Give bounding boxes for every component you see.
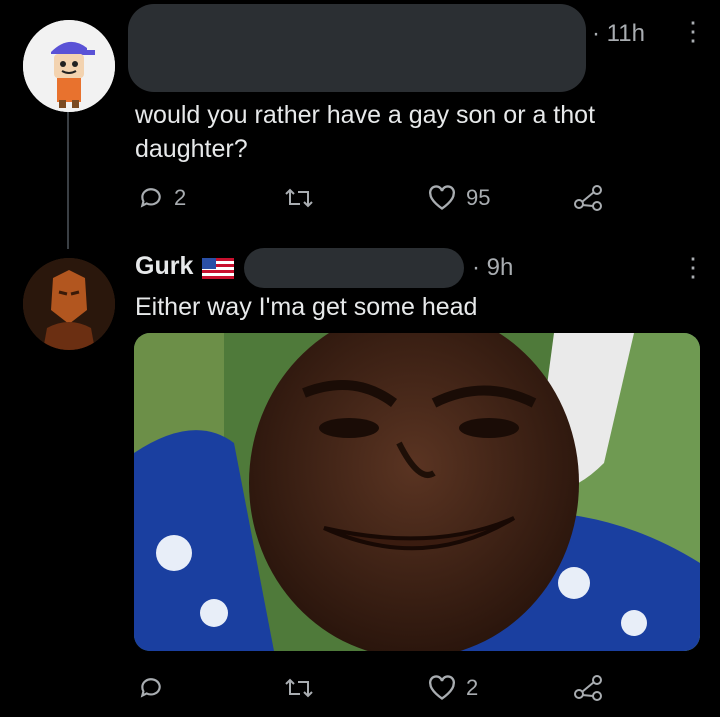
masked-figure-avatar-icon xyxy=(23,258,115,350)
reply-button[interactable]: 2 xyxy=(138,185,186,211)
more-vertical-icon[interactable]: ⋮ xyxy=(680,18,706,44)
avatar[interactable] xyxy=(23,20,115,112)
reply-bubble-icon xyxy=(140,678,161,698)
tweet-text: would you rather have a gay son or a tho… xyxy=(135,101,596,163)
tweet-media-image[interactable] xyxy=(134,333,700,651)
cartoon-avatar-icon xyxy=(23,20,115,112)
reply-bubble-icon xyxy=(140,188,161,208)
like-count: 2 xyxy=(466,675,479,700)
heart-icon xyxy=(429,185,455,210)
reply-button[interactable] xyxy=(138,675,174,701)
retweet-icon xyxy=(285,188,313,208)
us-flag-icon xyxy=(202,258,234,279)
redacted-name xyxy=(128,4,586,92)
redacted-handle xyxy=(244,248,464,288)
like-count: 95 xyxy=(466,185,491,210)
like-button[interactable]: 95 xyxy=(428,185,490,211)
tweet-text: Either way I'ma get some head xyxy=(135,293,478,321)
share-button[interactable] xyxy=(573,184,603,212)
share-button[interactable] xyxy=(573,674,603,702)
share-icon xyxy=(574,675,602,701)
retweet-button[interactable] xyxy=(284,186,324,210)
meme-photo xyxy=(134,333,700,651)
tweet-timestamp[interactable]: · 11h xyxy=(592,20,645,48)
reply-count: 2 xyxy=(174,185,187,210)
more-vertical-icon[interactable]: ⋮ xyxy=(680,254,706,280)
share-icon xyxy=(574,185,602,211)
like-button[interactable]: 2 xyxy=(428,675,478,701)
retweet-button[interactable] xyxy=(284,676,324,700)
thread-connector-line xyxy=(67,112,69,249)
avatar[interactable] xyxy=(23,258,115,350)
retweet-icon xyxy=(285,678,313,698)
tweet-timestamp[interactable]: · 9h xyxy=(472,254,513,282)
display-name[interactable]: Gurk xyxy=(135,252,193,281)
heart-icon xyxy=(429,675,455,700)
